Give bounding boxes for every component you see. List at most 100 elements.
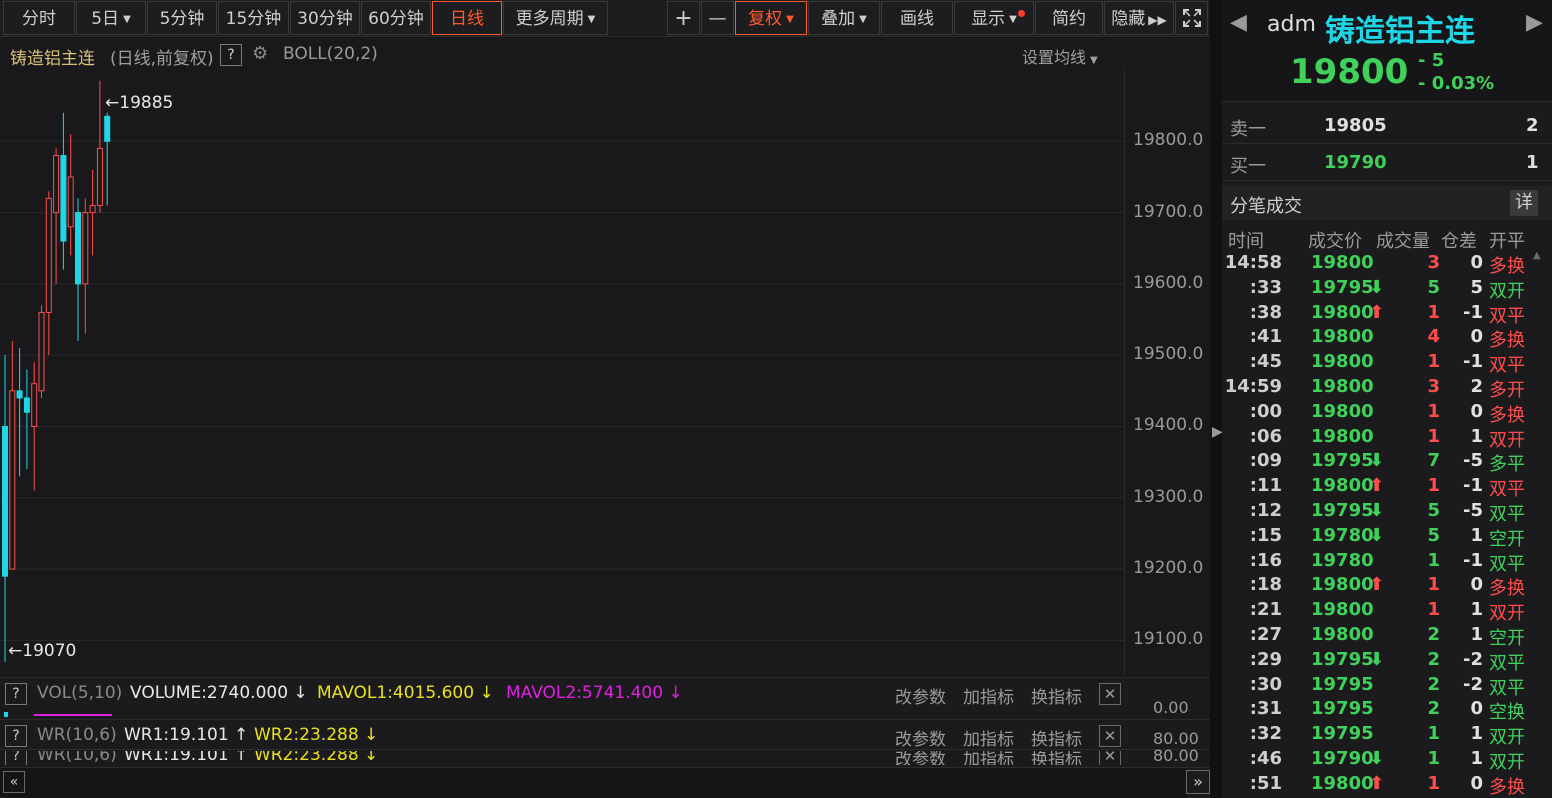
wr2-close-button[interactable]: ✕ bbox=[1099, 751, 1121, 765]
fullscreen-button[interactable] bbox=[1175, 1, 1208, 35]
caret-down-icon: ▼ bbox=[786, 14, 794, 25]
tab-fenshi[interactable]: 分时 bbox=[3, 1, 75, 35]
tick-volume: 2 bbox=[1427, 624, 1440, 645]
wr2-switch-indicator-button[interactable]: 换指标 bbox=[1031, 751, 1082, 765]
kline-canvas[interactable] bbox=[0, 70, 1124, 676]
tab-60min-label: 60分钟 bbox=[368, 9, 424, 29]
scroll-right-button[interactable]: » bbox=[1186, 770, 1210, 794]
simple-label: 简约 bbox=[1052, 9, 1086, 29]
ticks-detail-button[interactable]: 详 bbox=[1510, 190, 1538, 216]
tick-type: 双平 bbox=[1489, 677, 1525, 699]
gear-icon[interactable]: ⚙ bbox=[252, 44, 272, 64]
wr-name[interactable]: WR(10,6) bbox=[37, 725, 117, 745]
vol-volume-value: VOLUME:2740.000 bbox=[130, 683, 289, 703]
tick-time: :00 bbox=[1249, 400, 1282, 422]
wr-close-button[interactable]: ✕ bbox=[1099, 725, 1121, 747]
horizontal-scrollbar[interactable] bbox=[0, 768, 1186, 798]
chevron-right-icon[interactable]: ▶ bbox=[1526, 10, 1543, 35]
wr-indicator-row-2: ? WR(10,6) WR1:19.101 ↑ WR2:23.288 ↓ 改参数… bbox=[0, 751, 1124, 765]
tick-type: 多开 bbox=[1489, 380, 1525, 401]
wr-dup-name[interactable]: WR(10,6) bbox=[37, 751, 117, 765]
buy1-price: 19790 bbox=[1324, 152, 1387, 173]
tick-time: :21 bbox=[1249, 599, 1282, 621]
tick-price: 19800 bbox=[1311, 326, 1374, 348]
tab-5min[interactable]: 5分钟 bbox=[147, 1, 217, 35]
zoom-in-button[interactable]: + bbox=[667, 1, 700, 35]
hide-button[interactable]: 隐藏 ▶▶ bbox=[1104, 1, 1174, 35]
grid-lines bbox=[0, 140, 1124, 641]
draw-line-button[interactable]: 画线 bbox=[881, 1, 953, 35]
vol-name[interactable]: VOL(5,10) bbox=[37, 683, 122, 703]
candle-body bbox=[45, 197, 52, 313]
buy1-label: 买一 bbox=[1230, 156, 1266, 177]
y-tick-label: 19100.0 bbox=[1133, 629, 1204, 650]
tab-daily[interactable]: 日线 bbox=[432, 1, 502, 35]
wr2-add-indicator-button[interactable]: 加指标 bbox=[963, 751, 1014, 765]
vol-volume: VOLUME:2740.000 ↓ bbox=[130, 683, 308, 703]
hide-label: 隐藏 bbox=[1111, 9, 1146, 29]
tick-oi: 0 bbox=[1470, 326, 1483, 348]
tab-15min[interactable]: 15分钟 bbox=[218, 1, 289, 35]
wr-add-indicator-button[interactable]: 加指标 bbox=[963, 725, 1014, 750]
tick-oi: -1 bbox=[1463, 301, 1483, 323]
tick-type: 空开 bbox=[1489, 528, 1525, 550]
chart-help-button[interactable]: ? bbox=[220, 44, 242, 66]
overlay-dropdown[interactable]: 叠加 ▼ bbox=[808, 1, 880, 35]
scroll-left-button[interactable]: « bbox=[3, 771, 25, 793]
set-ma-dropdown[interactable]: 设置均线 ▼ bbox=[1022, 44, 1098, 68]
caret-down-icon: ▼ bbox=[859, 14, 867, 25]
separator bbox=[0, 749, 1210, 750]
arrow-down-icon: ⬇ bbox=[1369, 276, 1385, 298]
wr-params-button[interactable]: 改参数 bbox=[895, 725, 946, 750]
tab-five-day-label: 5日 bbox=[91, 9, 120, 29]
wr-dup-wr1: WR1:19.101 bbox=[124, 751, 229, 765]
wr1-value-group: WR1:19.101 ↑ bbox=[124, 725, 249, 745]
vol-switch-indicator-button[interactable]: 换指标 bbox=[1031, 683, 1082, 708]
overlay-label: 叠加 bbox=[821, 9, 856, 29]
quote-change: - 5 bbox=[1418, 50, 1445, 71]
tick-type: 双开 bbox=[1489, 727, 1525, 749]
zoom-out-button[interactable]: — bbox=[701, 1, 734, 35]
tab-30min[interactable]: 30分钟 bbox=[290, 1, 360, 35]
fuquan-dropdown[interactable]: 复权 ▼ bbox=[735, 1, 807, 35]
tick-type: 多换 bbox=[1489, 776, 1525, 798]
set-ma-label: 设置均线 bbox=[1022, 48, 1087, 67]
arrow-up-icon: ⬆ bbox=[1369, 772, 1385, 794]
wr2-params-button[interactable]: 改参数 bbox=[895, 751, 946, 765]
ticks-title: 分笔成交 bbox=[1230, 196, 1302, 217]
boll-indicator-label[interactable]: BOLL(20,2) bbox=[283, 44, 378, 64]
vol-close-button[interactable]: ✕ bbox=[1099, 683, 1121, 705]
wr2-help-button[interactable]: ? bbox=[5, 751, 27, 765]
vol-bar bbox=[4, 712, 8, 717]
vol-axis-label: 0.00 bbox=[1153, 698, 1189, 717]
panel-divider[interactable] bbox=[1210, 0, 1222, 798]
chevron-left-icon[interactable]: ◀ bbox=[1230, 10, 1247, 35]
vol-add-indicator-button[interactable]: 加指标 bbox=[963, 683, 1014, 708]
arrow-down-icon: ⬇ bbox=[1369, 748, 1385, 769]
tick-time: :30 bbox=[1249, 673, 1282, 695]
col-header-price: 成交价 bbox=[1308, 231, 1362, 252]
tab-five-day[interactable]: 5日 ▼ bbox=[76, 1, 146, 35]
tick-price: 19800 bbox=[1311, 376, 1374, 397]
tick-type: 多换 bbox=[1489, 404, 1525, 426]
scroll-up-icon[interactable]: ▲ bbox=[1533, 250, 1541, 261]
wr-help-button[interactable]: ? bbox=[5, 725, 27, 747]
tick-type: 多换 bbox=[1489, 578, 1525, 600]
draw-label: 画线 bbox=[900, 9, 934, 29]
tick-volume: 1 bbox=[1427, 351, 1440, 373]
quote-price: 19800 bbox=[1290, 52, 1409, 92]
vol-params-button[interactable]: 改参数 bbox=[895, 683, 946, 708]
arrow-down-icon: ⬇ bbox=[1369, 648, 1385, 670]
tick-time: :51 bbox=[1249, 772, 1282, 794]
y-tick-label: 19800.0 bbox=[1133, 130, 1204, 151]
display-label: 显示 bbox=[971, 9, 1006, 29]
candle-body bbox=[9, 390, 16, 570]
vol-help-button[interactable]: ? bbox=[5, 683, 27, 705]
tab-60min[interactable]: 60分钟 bbox=[361, 1, 431, 35]
double-chevron-right-icon: » bbox=[1193, 772, 1203, 791]
wr-switch-indicator-button[interactable]: 换指标 bbox=[1031, 725, 1082, 750]
tick-price: 19790 bbox=[1311, 748, 1374, 769]
simple-mode-button[interactable]: 简约 bbox=[1035, 1, 1103, 35]
display-dropdown[interactable]: 显示 ▼ bbox=[954, 1, 1034, 35]
more-period-dropdown[interactable]: 更多周期 ▼ bbox=[503, 1, 608, 35]
